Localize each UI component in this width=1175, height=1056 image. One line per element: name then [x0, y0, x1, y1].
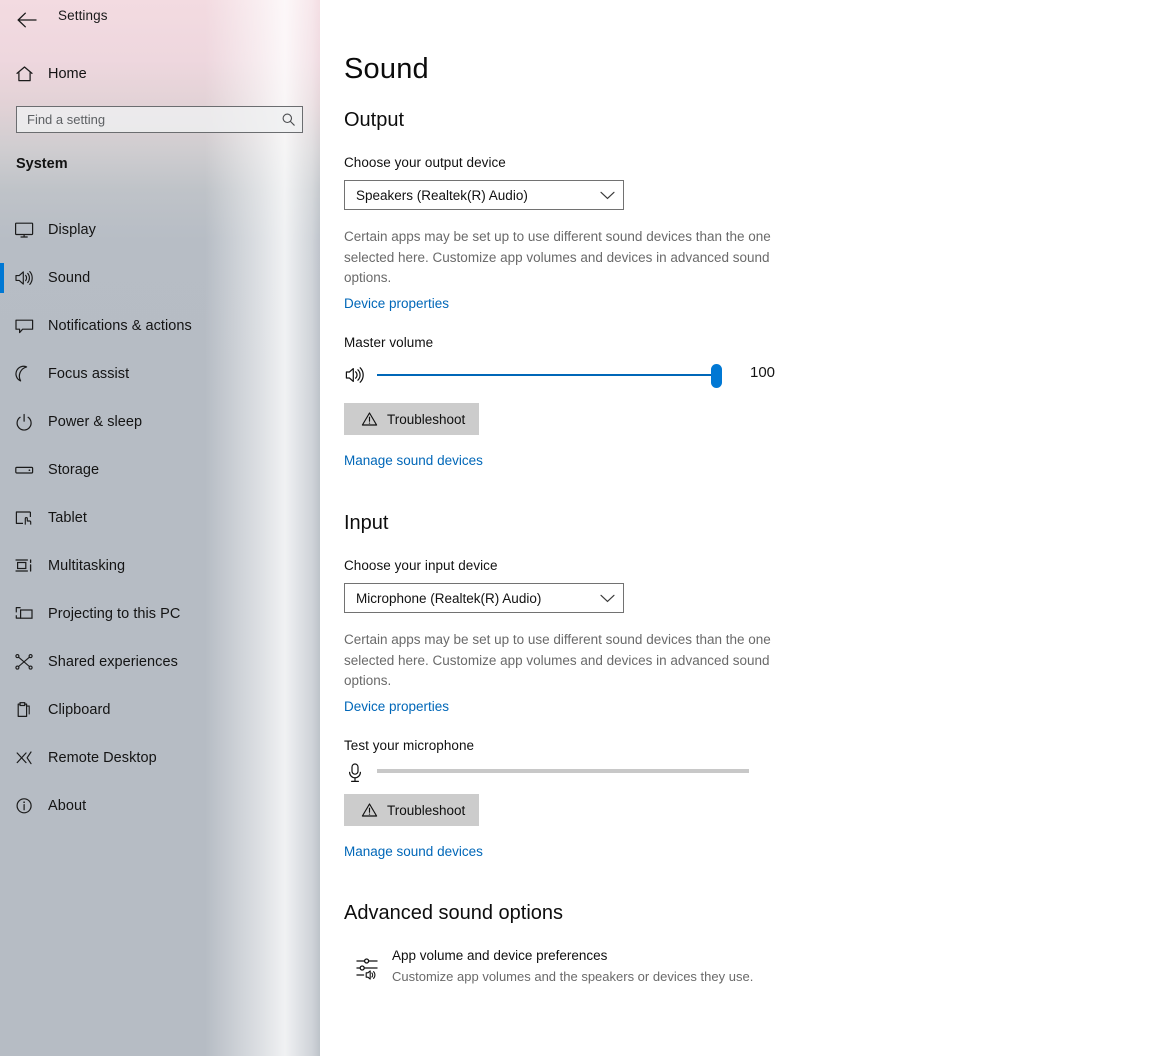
sidebar-item-label: Sound: [48, 270, 91, 286]
settings-window: Settings Home System: [0, 0, 1175, 1056]
output-manage-sound-devices-link[interactable]: Manage sound devices: [344, 453, 483, 468]
sidebar-item-home[interactable]: Home: [0, 58, 320, 90]
chevron-down-icon: [600, 191, 615, 200]
warning-triangle-icon: [361, 802, 378, 818]
volume-track[interactable]: [377, 374, 717, 376]
monitor-icon: [0, 221, 48, 239]
master-volume-label: Master volume: [344, 335, 434, 350]
output-device-select[interactable]: Speakers (Realtek(R) Audio): [344, 180, 624, 210]
input-device-select[interactable]: Microphone (Realtek(R) Audio): [344, 583, 624, 613]
output-description: Certain apps may be set up to use differ…: [344, 229, 771, 285]
sidebar-item-label: Storage: [48, 462, 100, 478]
speaker-icon: [0, 269, 48, 287]
power-icon: [0, 413, 48, 431]
input-device-properties-link[interactable]: Device properties: [344, 699, 449, 714]
sidebar-item-label: Tablet: [48, 510, 87, 526]
input-device-value: Microphone (Realtek(R) Audio): [356, 590, 542, 606]
sidebar-item-label: Remote Desktop: [48, 750, 157, 766]
drive-icon: [0, 461, 48, 479]
search-input[interactable]: [17, 107, 274, 132]
project-screen-icon: [0, 605, 48, 623]
sidebar-item-label: Focus assist: [48, 366, 130, 382]
sidebar-nav: Display Sound Notifications & actions Fo…: [0, 206, 320, 830]
sidebar-item-remote-desktop[interactable]: Remote Desktop: [0, 734, 320, 782]
share-nodes-icon: [0, 653, 48, 671]
input-troubleshoot-label: Troubleshoot: [387, 802, 466, 818]
home-label: Home: [48, 66, 87, 82]
clipboard-icon: [0, 701, 48, 719]
output-device-label: Choose your output device: [344, 155, 506, 170]
sidebar-item-label: Shared experiences: [48, 654, 178, 670]
multitasking-icon: [0, 557, 48, 575]
sidebar: Settings Home System: [0, 0, 320, 1056]
output-troubleshoot-button[interactable]: Troubleshoot: [344, 403, 479, 435]
remote-desktop-icon: [0, 749, 48, 767]
selection-indicator: [0, 263, 4, 293]
app-volume-texts: App volume and device preferences Custom…: [392, 946, 753, 986]
output-troubleshoot-label: Troubleshoot: [387, 411, 466, 427]
sidebar-item-sound[interactable]: Sound: [0, 254, 320, 302]
app-volume-preferences-item[interactable]: App volume and device preferences Custom…: [344, 946, 804, 986]
sidebar-item-clipboard[interactable]: Clipboard: [0, 686, 320, 734]
sidebar-item-label: Notifications & actions: [48, 318, 192, 334]
page-title: Sound: [344, 53, 429, 85]
chevron-down-icon: [600, 594, 615, 603]
info-circle-icon: [0, 797, 48, 815]
sidebar-item-label: About: [48, 798, 87, 814]
moon-icon: [0, 365, 48, 383]
audio-mixer-icon: [344, 946, 392, 981]
input-manage-sound-devices-link[interactable]: Manage sound devices: [344, 844, 483, 859]
sidebar-item-label: Clipboard: [48, 702, 111, 718]
sidebar-item-label: Display: [48, 222, 96, 238]
home-icon: [0, 65, 48, 83]
sidebar-item-notifications[interactable]: Notifications & actions: [0, 302, 320, 350]
back-arrow-icon[interactable]: [10, 3, 44, 37]
sidebar-item-multitasking[interactable]: Multitasking: [0, 542, 320, 590]
search-box[interactable]: [16, 106, 303, 133]
sidebar-group-title: System: [16, 156, 68, 172]
microphone-icon: [346, 762, 364, 789]
chat-bubble-icon: [0, 317, 48, 335]
sidebar-item-power-sleep[interactable]: Power & sleep: [0, 398, 320, 446]
sidebar-item-storage[interactable]: Storage: [0, 446, 320, 494]
input-device-label: Choose your input device: [344, 558, 498, 573]
tablet-hand-icon: [0, 509, 48, 527]
test-microphone-label: Test your microphone: [344, 738, 475, 753]
input-description: Certain apps may be set up to use differ…: [344, 632, 771, 688]
app-volume-title: App volume and device preferences: [392, 948, 608, 963]
sidebar-item-label: Power & sleep: [48, 414, 143, 430]
sidebar-item-label: Projecting to this PC: [48, 606, 181, 622]
output-device-value: Speakers (Realtek(R) Audio): [356, 187, 528, 203]
section-heading-output: Output: [344, 109, 405, 131]
speaker-volume-icon: [344, 364, 368, 391]
title-bar: Settings: [0, 0, 320, 40]
sidebar-item-label: Multitasking: [48, 558, 126, 574]
section-heading-input: Input: [344, 512, 389, 534]
sidebar-item-display[interactable]: Display: [0, 206, 320, 254]
sidebar-item-projecting[interactable]: Projecting to this PC: [0, 590, 320, 638]
sidebar-item-focus-assist[interactable]: Focus assist: [0, 350, 320, 398]
window-title: Settings: [58, 8, 108, 23]
warning-triangle-icon: [361, 411, 378, 427]
app-volume-subtitle: Customize app volumes and the speakers o…: [392, 969, 754, 984]
sidebar-item-about[interactable]: About: [0, 782, 320, 830]
volume-value: 100: [750, 364, 776, 381]
sidebar-item-shared-experiences[interactable]: Shared experiences: [0, 638, 320, 686]
sidebar-item-tablet[interactable]: Tablet: [0, 494, 320, 542]
output-device-properties-link[interactable]: Device properties: [344, 296, 449, 311]
microphone-level-meter: [377, 769, 749, 773]
section-heading-advanced: Advanced sound options: [344, 902, 564, 924]
volume-thumb[interactable]: [711, 364, 722, 388]
main-content: Sound Output Choose your output device S…: [320, 0, 1175, 1056]
search-icon[interactable]: [274, 107, 302, 132]
input-troubleshoot-button[interactable]: Troubleshoot: [344, 794, 479, 826]
